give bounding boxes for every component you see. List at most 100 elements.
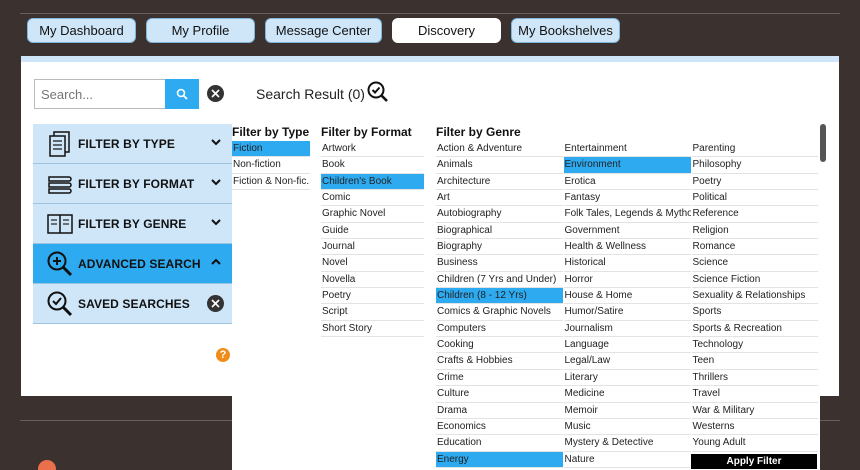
filter-option[interactable]: Historical — [563, 255, 691, 272]
apply-filter-button[interactable]: Apply Filter — [691, 454, 817, 469]
filter-option[interactable]: Erotica — [563, 174, 691, 191]
filter-option[interactable]: Humor/Satire — [563, 304, 691, 321]
filter-option[interactable]: Script — [321, 304, 424, 321]
filter-option[interactable]: Science — [691, 255, 818, 272]
filter-option[interactable]: Biography — [436, 239, 563, 256]
filter-option[interactable]: Crafts & Hobbies — [436, 353, 563, 370]
filter-option[interactable]: Philosophy — [691, 157, 818, 174]
filter-option[interactable]: Legal/Law — [563, 353, 691, 370]
filter-option[interactable]: Biographical — [436, 223, 563, 240]
search-input[interactable] — [34, 79, 165, 109]
search-button[interactable] — [165, 79, 199, 109]
filter-option[interactable]: Drama — [436, 403, 563, 419]
sidebar-item-filter-by-type[interactable]: FILTER BY TYPE — [33, 124, 232, 164]
magnifier-check-icon — [45, 289, 75, 319]
filter-option[interactable]: Novel — [321, 255, 424, 272]
filter-option[interactable]: Sexuality & Relationships — [691, 288, 818, 305]
filter-option[interactable]: Political — [691, 190, 818, 207]
filter-option[interactable]: Business — [436, 255, 563, 272]
filter-option[interactable]: Fantasy — [563, 190, 691, 207]
sidebar-label: FILTER BY FORMAT — [78, 176, 195, 191]
filter-option[interactable]: Action & Adventure — [436, 141, 563, 158]
sidebar-item-filter-by-genre[interactable]: FILTER BY GENRE — [33, 204, 232, 244]
filter-option[interactable]: Poetry — [321, 288, 424, 305]
filter-option[interactable]: Comics & Graphic Novels — [436, 304, 563, 321]
filter-option[interactable]: Language — [563, 337, 691, 354]
filter-option[interactable]: Non-fiction — [232, 157, 310, 174]
filter-option[interactable]: Children's Book — [321, 173, 424, 191]
filter-option[interactable]: Music — [563, 419, 691, 436]
filter-option[interactable]: Autobiography — [436, 206, 563, 223]
filter-option[interactable]: Mystery & Detective — [563, 435, 691, 452]
filter-option[interactable]: Westerns — [691, 419, 818, 436]
filter-option[interactable]: Book — [321, 157, 424, 174]
clear-search-button[interactable] — [207, 85, 224, 102]
filter-option[interactable]: Thrillers — [691, 370, 818, 387]
filter-option[interactable]: Medicine — [563, 386, 691, 403]
format-filter-column: Filter by Format Artwork Book Children's B… — [321, 124, 424, 338]
filter-option[interactable]: Folk Tales, Legends & Mythol... — [563, 206, 691, 223]
filter-option[interactable]: Health & Wellness — [563, 239, 691, 256]
filter-option[interactable]: War & Military — [691, 403, 818, 419]
tab-message-center[interactable]: Message Center — [265, 18, 382, 43]
search-result-count: Search Result (0) — [256, 86, 365, 102]
filter-option[interactable]: Novella — [321, 272, 424, 289]
filter-option[interactable]: Guide — [321, 223, 424, 240]
clear-saved-searches-button[interactable] — [207, 295, 224, 312]
help-icon[interactable]: ? — [216, 348, 230, 362]
filter-option[interactable]: House & Home — [563, 288, 691, 305]
filter-option[interactable]: Animals — [436, 157, 563, 174]
filter-option[interactable]: Artwork — [321, 141, 424, 158]
dropdown-scrollbar[interactable] — [820, 124, 826, 162]
genre-filter-column: Filter by Genre Action & Adventure Animal… — [436, 124, 818, 468]
filter-option[interactable]: Reference — [691, 206, 818, 223]
sidebar-item-saved-searches[interactable]: SAVED SEARCHES — [33, 284, 232, 324]
filter-option[interactable]: Nature — [563, 452, 691, 468]
filter-option[interactable]: Children (7 Yrs and Under) — [436, 272, 563, 289]
filter-option[interactable]: Sports & Recreation — [691, 321, 818, 338]
documents-icon — [45, 129, 75, 159]
filter-option[interactable]: Culture — [436, 386, 563, 403]
filter-option[interactable]: Poetry — [691, 174, 818, 191]
filter-option[interactable]: Sports — [691, 304, 818, 321]
filter-option[interactable]: Energy — [436, 451, 563, 468]
filter-option[interactable]: Horror — [563, 272, 691, 289]
filter-option[interactable]: Religion — [691, 223, 818, 240]
filter-option[interactable]: Travel — [691, 386, 818, 403]
filter-option[interactable]: Journalism — [563, 321, 691, 338]
tab-my-profile[interactable]: My Profile — [146, 18, 255, 43]
filter-option[interactable]: Memoir — [563, 403, 691, 419]
magnifier-check-icon — [367, 81, 388, 102]
tab-discovery[interactable]: Discovery — [392, 18, 501, 43]
filter-option[interactable]: Entertainment — [563, 141, 691, 158]
sidebar-item-filter-by-format[interactable]: FILTER BY FORMAT — [33, 164, 232, 204]
sidebar-item-advanced-search[interactable]: ADVANCED SEARCH — [33, 244, 232, 284]
filter-option[interactable]: Comic — [321, 190, 424, 207]
search-check-button[interactable] — [366, 80, 390, 109]
filter-option[interactable]: Graphic Novel — [321, 206, 424, 223]
filter-option[interactable]: Computers — [436, 321, 563, 338]
filter-option[interactable]: Education — [436, 435, 563, 452]
filter-option[interactable]: Architecture — [436, 174, 563, 191]
filter-option[interactable]: Fiction — [232, 141, 310, 158]
filter-option[interactable]: Fiction & Non-fic... — [232, 174, 310, 191]
filter-option[interactable]: Crime — [436, 370, 563, 387]
filter-option[interactable]: Art — [436, 190, 563, 207]
filter-option[interactable]: Cooking — [436, 337, 563, 354]
filter-option[interactable]: Literary — [563, 370, 691, 387]
filter-option[interactable]: Economics — [436, 419, 563, 436]
filter-option[interactable]: Government — [563, 223, 691, 240]
filter-option[interactable]: Short Story — [321, 321, 424, 338]
filter-option[interactable]: Technology — [691, 337, 818, 354]
filter-option[interactable]: Teen — [691, 353, 818, 370]
tab-my-dashboard[interactable]: My Dashboard — [27, 18, 136, 43]
filter-option[interactable]: Journal — [321, 239, 424, 256]
filter-option[interactable]: Young Adult — [691, 435, 818, 452]
filter-option[interactable]: Environment — [563, 157, 691, 174]
chevron-up-icon — [211, 258, 221, 265]
filter-option[interactable]: Romance — [691, 239, 818, 256]
filter-option[interactable]: Parenting — [691, 141, 818, 158]
filter-option[interactable]: Children (8 - 12 Yrs) — [436, 288, 563, 305]
filter-option[interactable]: Science Fiction — [691, 272, 818, 289]
tab-my-bookshelves[interactable]: My Bookshelves — [511, 18, 620, 43]
